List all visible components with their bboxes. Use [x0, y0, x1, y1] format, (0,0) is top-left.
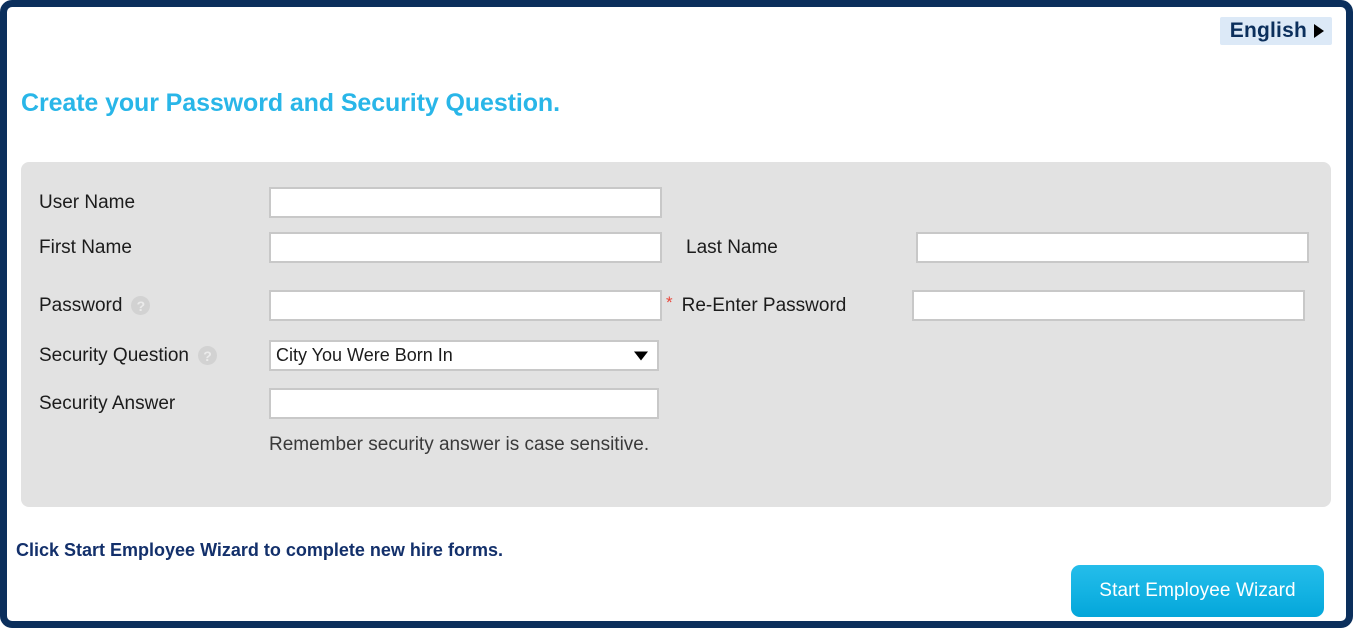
first-name-label-cell: First Name — [39, 237, 269, 259]
first-name-input[interactable] — [269, 232, 662, 263]
last-name-label: Last Name — [686, 236, 778, 258]
password-label: Password — [39, 294, 123, 316]
security-question-selected-value[interactable]: City You Were Born In — [269, 340, 659, 371]
application-window: English Create your Password and Securit… — [0, 0, 1353, 628]
registration-form-panel: User Name First Name Last Name Password … — [21, 162, 1331, 507]
reenter-password-label: Re-Enter Password — [681, 294, 847, 316]
user-name-label: User Name — [39, 191, 136, 213]
security-answer-input[interactable] — [269, 388, 659, 419]
language-label: English — [1229, 19, 1307, 42]
password-label-cell: Password ? — [39, 295, 269, 317]
security-question-label: Security Question — [39, 344, 189, 366]
caret-right-icon — [1314, 23, 1324, 38]
security-question-label-cell: Security Question ? — [39, 345, 269, 367]
security-answer-label-cell: Security Answer — [39, 393, 269, 415]
user-name-label-cell: User Name — [39, 192, 269, 214]
form-row-user-name: User Name — [39, 187, 662, 218]
form-row-first-last-name: First Name Last Name — [39, 232, 1309, 263]
form-row-password: Password ? * Re-Enter Password — [39, 290, 1305, 321]
form-row-security-question: Security Question ? City You Were Born I… — [39, 340, 659, 371]
security-question-dropdown[interactable]: City You Were Born In — [269, 340, 659, 371]
page-title: Create your Password and Security Questi… — [21, 89, 560, 117]
help-icon[interactable]: ? — [197, 346, 217, 365]
user-name-input[interactable] — [269, 187, 662, 218]
last-name-input[interactable] — [916, 232, 1309, 263]
reenter-password-label-cell: Re-Enter Password — [682, 295, 912, 317]
security-answer-label: Security Answer — [39, 392, 176, 414]
start-employee-wizard-button[interactable]: Start Employee Wizard — [1071, 565, 1324, 617]
required-asterisk: * — [666, 293, 673, 312]
reenter-password-input[interactable] — [911, 290, 1305, 321]
security-answer-hint: Remember security answer is case sensiti… — [269, 434, 650, 455]
form-row-security-answer: Security Answer — [39, 388, 659, 419]
language-selector[interactable]: English — [1219, 17, 1332, 45]
footer-note: Click Start Employee Wizard to complete … — [16, 540, 503, 560]
password-input[interactable] — [269, 290, 662, 321]
help-icon[interactable]: ? — [131, 296, 151, 315]
first-name-label: First Name — [39, 236, 132, 258]
last-name-label-cell: Last Name — [686, 237, 916, 259]
